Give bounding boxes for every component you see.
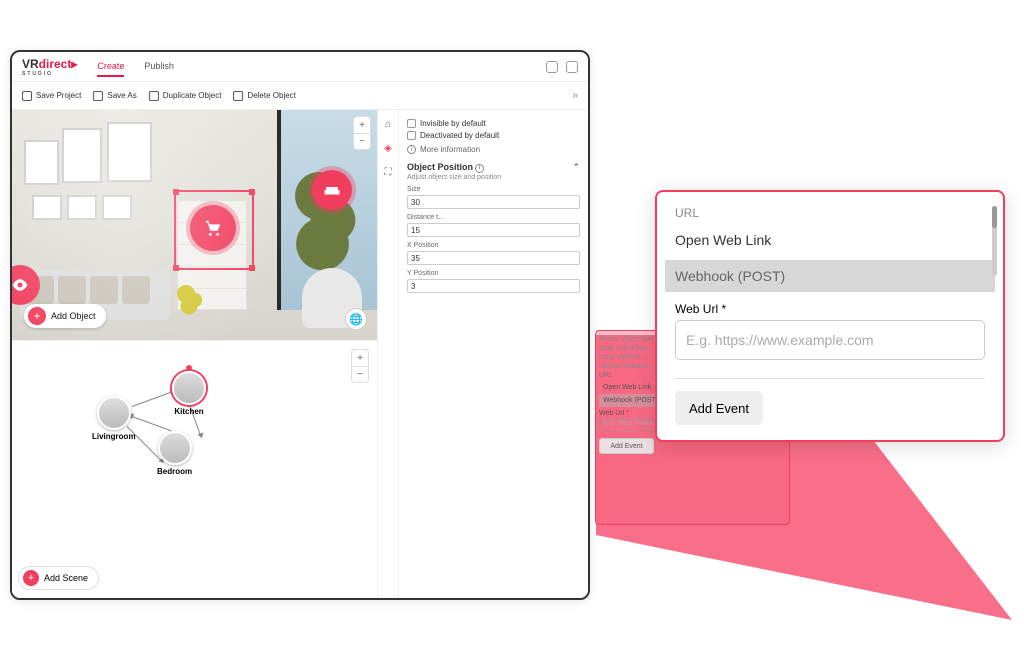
plus-icon: + [28, 307, 46, 325]
app-window: VRdirect▸ STUDIO Create Publish Save Pro… [10, 50, 590, 600]
delete-icon [233, 91, 243, 101]
furniture-icon [323, 181, 341, 199]
option-webhook-post[interactable]: Webhook (POST) [665, 260, 995, 292]
rail-expand-icon[interactable]: ⛶ [382, 166, 394, 178]
cart-icon [202, 217, 224, 239]
save-as-icon [93, 91, 103, 101]
scene-viewport[interactable]: + − 🌐 + Add Object [12, 110, 377, 340]
add-object-button[interactable]: + Add Object [24, 304, 106, 328]
graph-zoom-in[interactable]: + [352, 350, 368, 366]
notifications-icon[interactable] [546, 61, 558, 73]
node-livingroom[interactable]: Livingroom [92, 396, 136, 441]
delete-object-button[interactable]: Delete Object [233, 91, 295, 101]
invisible-checkbox-row[interactable]: Invisible by default [407, 119, 580, 128]
save-as-button[interactable]: Save As [93, 91, 136, 101]
user-icon[interactable] [566, 61, 578, 73]
add-scene-button[interactable]: + Add Scene [18, 566, 99, 590]
weburl-label: Web Url * [675, 302, 985, 316]
logo: VRdirect▸ STUDIO [22, 57, 77, 77]
node-kitchen[interactable]: Kitchen [172, 371, 206, 416]
small-add-event-button[interactable]: Add Event [599, 438, 654, 454]
duplicate-icon [149, 91, 159, 101]
deactivated-checkbox-row[interactable]: Deactivated by default [407, 131, 580, 140]
tab-create[interactable]: Create [97, 57, 124, 77]
scene-graph[interactable]: + − Livingroom Kitchen Bedroom [12, 340, 377, 598]
weburl-input[interactable]: E.g. https://www.example.com [675, 320, 985, 360]
scene-zoom: + − [353, 116, 371, 150]
hotspot-furniture[interactable] [312, 170, 352, 210]
add-event-button[interactable]: Add Event [675, 391, 763, 425]
header: VRdirect▸ STUDIO Create Publish [12, 52, 588, 82]
option-open-web-link[interactable]: Open Web Link [665, 224, 995, 256]
node-bedroom[interactable]: Bedroom [157, 431, 192, 476]
globe-button[interactable]: 🌐 [345, 308, 367, 330]
zoom-out-button[interactable]: − [354, 133, 370, 149]
graph-zoom: + − [351, 349, 369, 383]
rail-home-icon[interactable]: ⌂ [382, 118, 394, 130]
selection-box[interactable] [174, 190, 254, 270]
save-project-button[interactable]: Save Project [22, 91, 81, 101]
section-collapse-icon[interactable]: ⌃ [572, 162, 580, 173]
hotspot-cart[interactable] [190, 205, 236, 251]
save-icon [22, 91, 32, 101]
ypos-input[interactable]: 3 [407, 279, 580, 293]
plus-icon: + [23, 570, 39, 586]
xpos-input[interactable]: 35 [407, 251, 580, 265]
zoom-in-button[interactable]: + [354, 117, 370, 133]
preview-eye-button[interactable] [12, 265, 40, 305]
inspector-panel: Invisible by default Deactivated by defa… [399, 110, 588, 598]
collapse-toolbar-icon[interactable]: » [572, 90, 578, 101]
distance-input[interactable]: 15 [407, 223, 580, 237]
duplicate-object-button[interactable]: Duplicate Object [149, 91, 222, 101]
toolbar: Save Project Save As Duplicate Object De… [12, 82, 588, 110]
eye-icon [12, 275, 30, 295]
callout-scrollbar[interactable] [992, 206, 997, 276]
size-input[interactable]: 30 [407, 195, 580, 209]
rail-layers-icon[interactable]: ◈ [382, 142, 394, 154]
url-header: URL [675, 206, 985, 220]
url-callout: URL Open Web Link Webhook (POST) Web Url… [655, 190, 1005, 442]
tab-publish[interactable]: Publish [144, 57, 174, 77]
graph-zoom-out[interactable]: − [352, 366, 368, 382]
nav-tabs: Create Publish [97, 57, 174, 77]
more-info-link[interactable]: iMore information [407, 145, 580, 154]
